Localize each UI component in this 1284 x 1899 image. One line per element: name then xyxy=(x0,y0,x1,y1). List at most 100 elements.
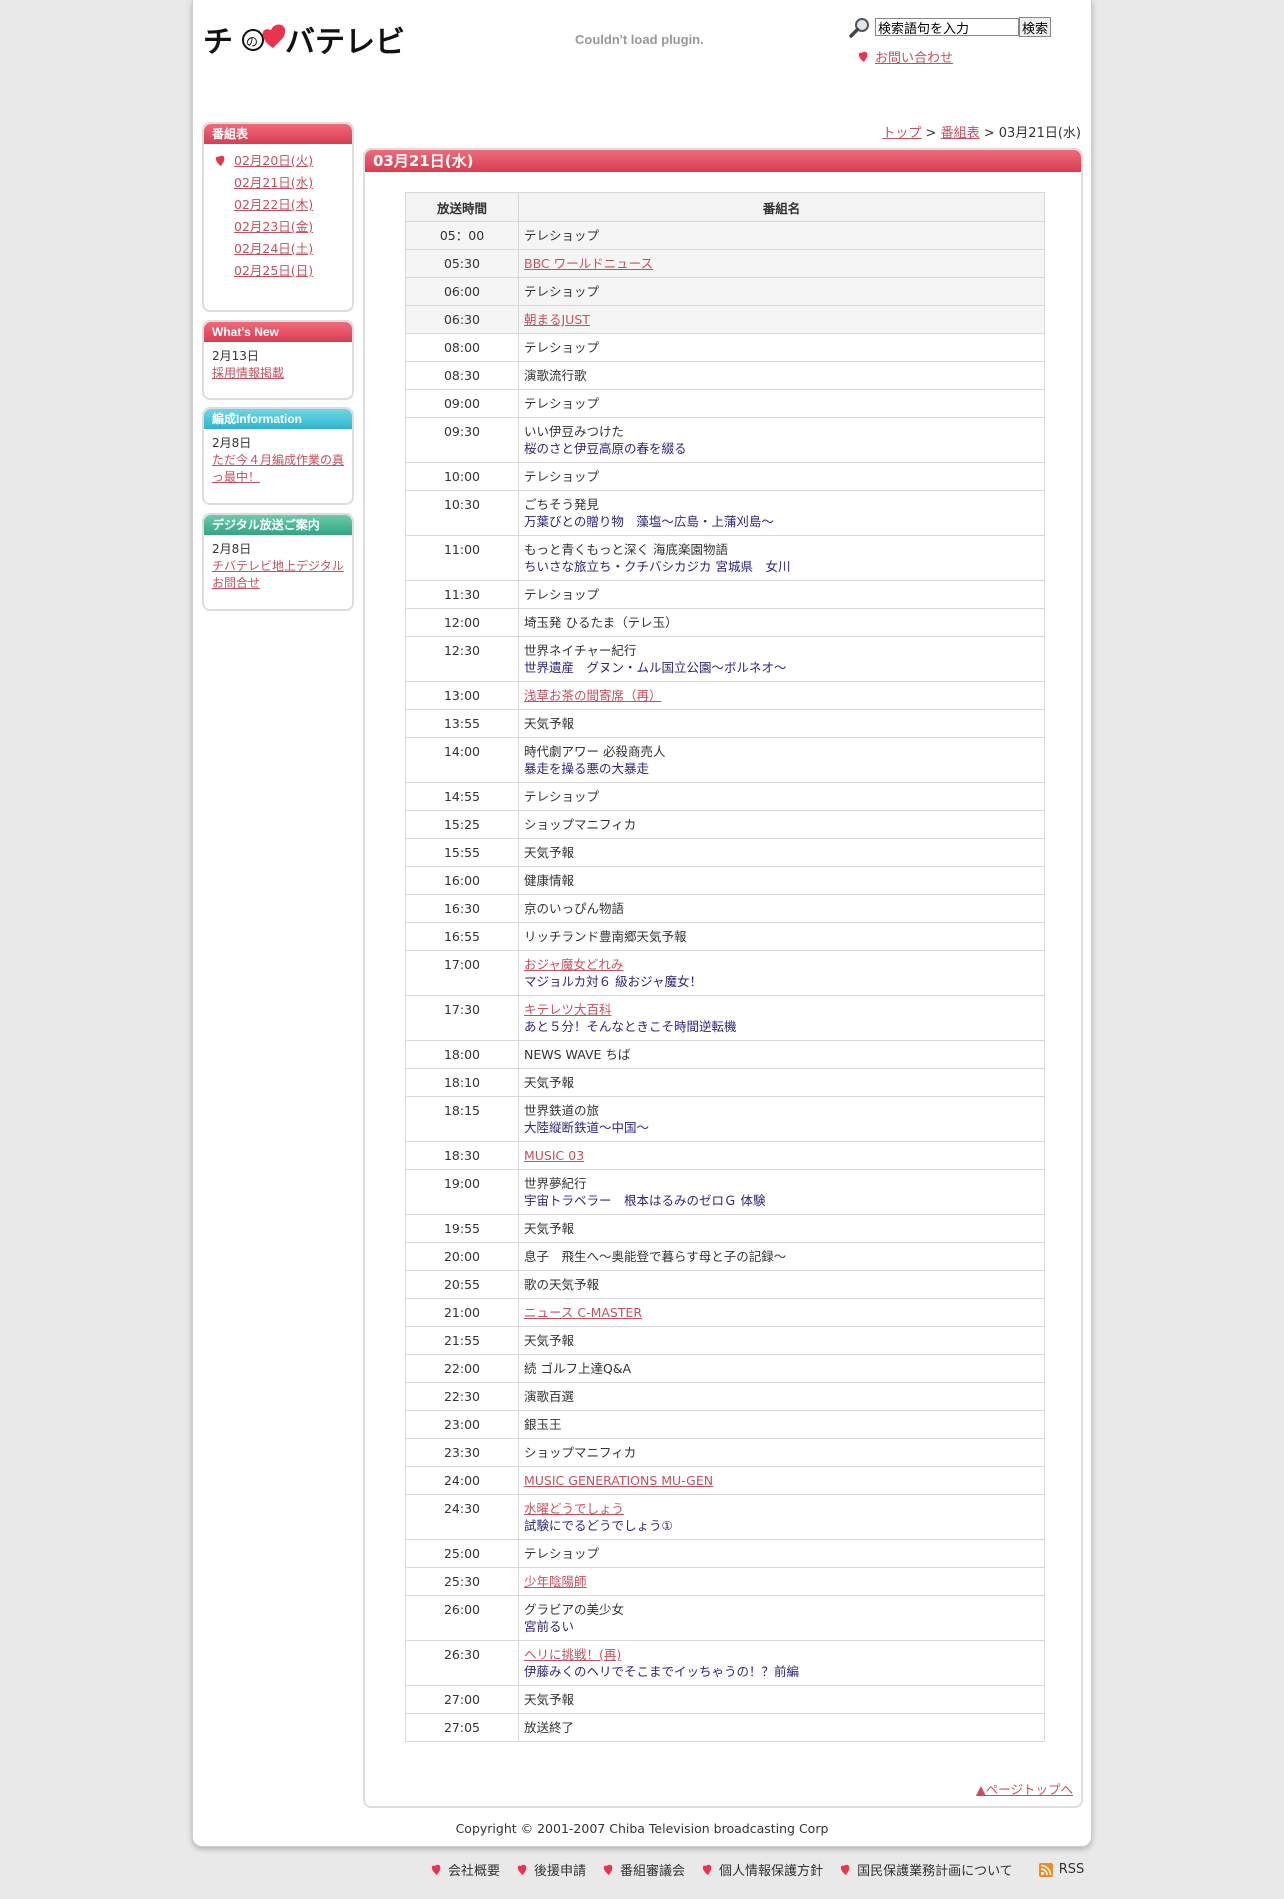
day-link[interactable]: 02月21日(水) xyxy=(234,175,313,190)
table-row: 06:00 テレショップ xyxy=(405,277,1045,306)
table-row: 21:55 天気予報 xyxy=(405,1326,1045,1355)
program-cell: 続 ゴルフ上達Q&A xyxy=(518,1354,1045,1383)
footer-link-civil-protection[interactable]: 国民保護業務計画について xyxy=(857,1860,1013,1879)
time-cell: 27:05 xyxy=(405,1713,519,1742)
chiba-tv-logo[interactable]: チ の バテレビ xyxy=(203,18,433,60)
program-name: テレショップ xyxy=(524,1546,600,1561)
day-link[interactable]: 02月23日(金) xyxy=(234,219,313,234)
schedule-days-title: 番組表 xyxy=(204,124,352,144)
program-link[interactable]: キテレツ大百科 xyxy=(524,1002,612,1017)
program-cell: テレショップ xyxy=(518,277,1045,306)
info-title: 編成Information xyxy=(204,409,352,429)
time-cell: 26:00 xyxy=(405,1595,519,1641)
program-cell: いい伊豆みつけた 桜のさと伊豆高原の春を綴る xyxy=(518,417,1045,463)
program-cell: ごちそう発見 万葉びとの贈り物 藻塩～広島・上蒲刈島～ xyxy=(518,490,1045,536)
table-row: 09:00 テレショップ xyxy=(405,389,1045,418)
program-cell: おジャ魔女どれみ マジョルカ対６ 級おジャ魔女！ xyxy=(518,950,1045,996)
program-cell: テレショップ xyxy=(518,389,1045,418)
footer-item: 個人情報保護方針 xyxy=(701,1860,823,1879)
program-cell: ショップマニフィカ xyxy=(518,1438,1045,1467)
program-cell: 世界夢紀行 宇宙トラベラー 根本はるみのゼロＧ 体験 xyxy=(518,1169,1045,1215)
footer-item: 会社概要 xyxy=(430,1860,500,1879)
program-cell: テレショップ xyxy=(518,221,1045,250)
program-name: 健康情報 xyxy=(524,873,575,888)
whats-new-link[interactable]: 採用情報掲載 xyxy=(212,366,284,380)
program-link[interactable]: MUSIC 03 xyxy=(524,1148,584,1163)
page-top-link[interactable]: ▲ページトップへ xyxy=(976,1779,1073,1798)
time-cell: 05：00 xyxy=(405,221,519,250)
program-cell: テレショップ xyxy=(518,782,1045,811)
table-row: 18:00 NEWS WAVE ちば xyxy=(405,1040,1045,1069)
day-link[interactable]: 02月24日(土) xyxy=(234,241,313,256)
program-name: テレショップ xyxy=(524,284,600,299)
time-cell: 11:00 xyxy=(405,535,519,581)
program-cell: 歌の天気予報 xyxy=(518,1270,1045,1299)
program-name: 歌の天気予報 xyxy=(524,1277,600,1292)
day-item: 02月22日(木) xyxy=(212,194,344,216)
program-name: 天気予報 xyxy=(524,1333,575,1348)
heart-icon xyxy=(603,1864,613,1875)
program-name: 埼玉発 ひるたま（テレ玉） xyxy=(524,615,678,630)
breadcrumb-current: 03月21日(水) xyxy=(998,126,1081,141)
day-link[interactable]: 02月25日(日) xyxy=(234,263,313,278)
program-subtitle: 伊藤みくのヘリでそこまでイッちゃうの！？前編 xyxy=(524,1664,800,1679)
table-row: 14:00 時代劇アワー 必殺商売人 暴走を操る悪の大暴走 xyxy=(405,737,1045,783)
program-cell: 浅草お茶の間寄席（再） xyxy=(518,681,1045,710)
program-link[interactable]: ニュース C-MASTER xyxy=(524,1305,642,1320)
breadcrumb-top-link[interactable]: トップ xyxy=(882,126,921,141)
table-row: 16:00 健康情報 xyxy=(405,866,1045,895)
program-link[interactable]: 少年陰陽師 xyxy=(524,1574,587,1589)
heart-icon xyxy=(702,1864,712,1875)
table-row: 18:10 天気予報 xyxy=(405,1068,1045,1097)
program-subtitle: 試験にでるどうでしょう① xyxy=(524,1518,673,1533)
program-link[interactable]: ヘリに挑戦！(再) xyxy=(524,1647,621,1662)
program-name: ごちそう発見 xyxy=(524,497,600,512)
table-row: 05：00 テレショップ xyxy=(405,221,1045,250)
time-cell: 20:55 xyxy=(405,1270,519,1299)
program-name: 演歌流行歌 xyxy=(524,368,587,383)
table-row: 05:30 BBC ワールドニュース xyxy=(405,249,1045,278)
footer-item: RSS xyxy=(1038,1862,1085,1877)
table-row: 06:30 朝まるJUST xyxy=(405,305,1045,334)
day-link[interactable]: 02月20日(火) xyxy=(234,153,313,168)
program-link[interactable]: 浅草お茶の間寄席（再） xyxy=(524,688,662,703)
time-cell: 22:00 xyxy=(405,1354,519,1383)
program-link[interactable]: MUSIC GENERATIONS MU-GEN xyxy=(524,1473,713,1488)
breadcrumb-separator: > xyxy=(979,126,999,141)
time-cell: 24:30 xyxy=(405,1494,519,1540)
search-button[interactable]: 検索 xyxy=(1019,17,1052,37)
search-input[interactable] xyxy=(875,18,1019,36)
program-link[interactable]: 朝まるJUST xyxy=(524,312,590,327)
info-link[interactable]: ただ今４月編成作業の真っ最中！ xyxy=(212,453,344,484)
footer-link-council[interactable]: 番組審議会 xyxy=(620,1860,685,1879)
program-link[interactable]: BBC ワールドニュース xyxy=(524,256,653,271)
footer-link-privacy[interactable]: 個人情報保護方針 xyxy=(719,1860,823,1879)
time-cell: 10:30 xyxy=(405,490,519,536)
table-row: 14:55 テレショップ xyxy=(405,782,1045,811)
digital-box: デジタル放送ご案内 2月8日 チバテレビ地上デジタルお問合せ xyxy=(202,513,354,611)
program-cell: 天気予報 xyxy=(518,1685,1045,1714)
table-row: 08:30 演歌流行歌 xyxy=(405,361,1045,390)
digital-link[interactable]: チバテレビ地上デジタルお問合せ xyxy=(212,559,344,590)
program-cell: ヘリに挑戦！(再) 伊藤みくのヘリでそこまでイッちゃうの！？前編 xyxy=(518,1640,1045,1686)
time-cell: 18:15 xyxy=(405,1096,519,1142)
day-link[interactable]: 02月22日(木) xyxy=(234,197,313,212)
whats-new-date: 2月13日 xyxy=(212,349,259,363)
program-cell: 天気予報 xyxy=(518,1068,1045,1097)
contact-link[interactable]: お問い合わせ xyxy=(875,47,953,66)
time-cell: 14:00 xyxy=(405,737,519,783)
footer-link-sponsorship[interactable]: 後援申請 xyxy=(534,1860,586,1879)
program-link[interactable]: おジャ魔女どれみ xyxy=(524,957,623,972)
table-row: 25:00 テレショップ xyxy=(405,1539,1045,1568)
program-cell: もっと青くもっと深く 海底楽園物語 ちいさな旅立ち・クチバシカジカ 宮城県 女川 xyxy=(518,535,1045,581)
time-cell: 21:55 xyxy=(405,1326,519,1355)
heart-icon xyxy=(517,1864,527,1875)
footer-link-company[interactable]: 会社概要 xyxy=(448,1860,500,1879)
time-cell: 18:30 xyxy=(405,1141,519,1170)
rss-link[interactable]: RSS xyxy=(1059,1862,1085,1877)
breadcrumb-schedule-link[interactable]: 番組表 xyxy=(941,126,980,141)
program-name: テレショップ xyxy=(524,396,600,411)
col-header-time: 放送時間 xyxy=(405,192,519,222)
program-link[interactable]: 水曜どうでしょう xyxy=(524,1501,624,1516)
program-cell: 少年陰陽師 xyxy=(518,1567,1045,1596)
